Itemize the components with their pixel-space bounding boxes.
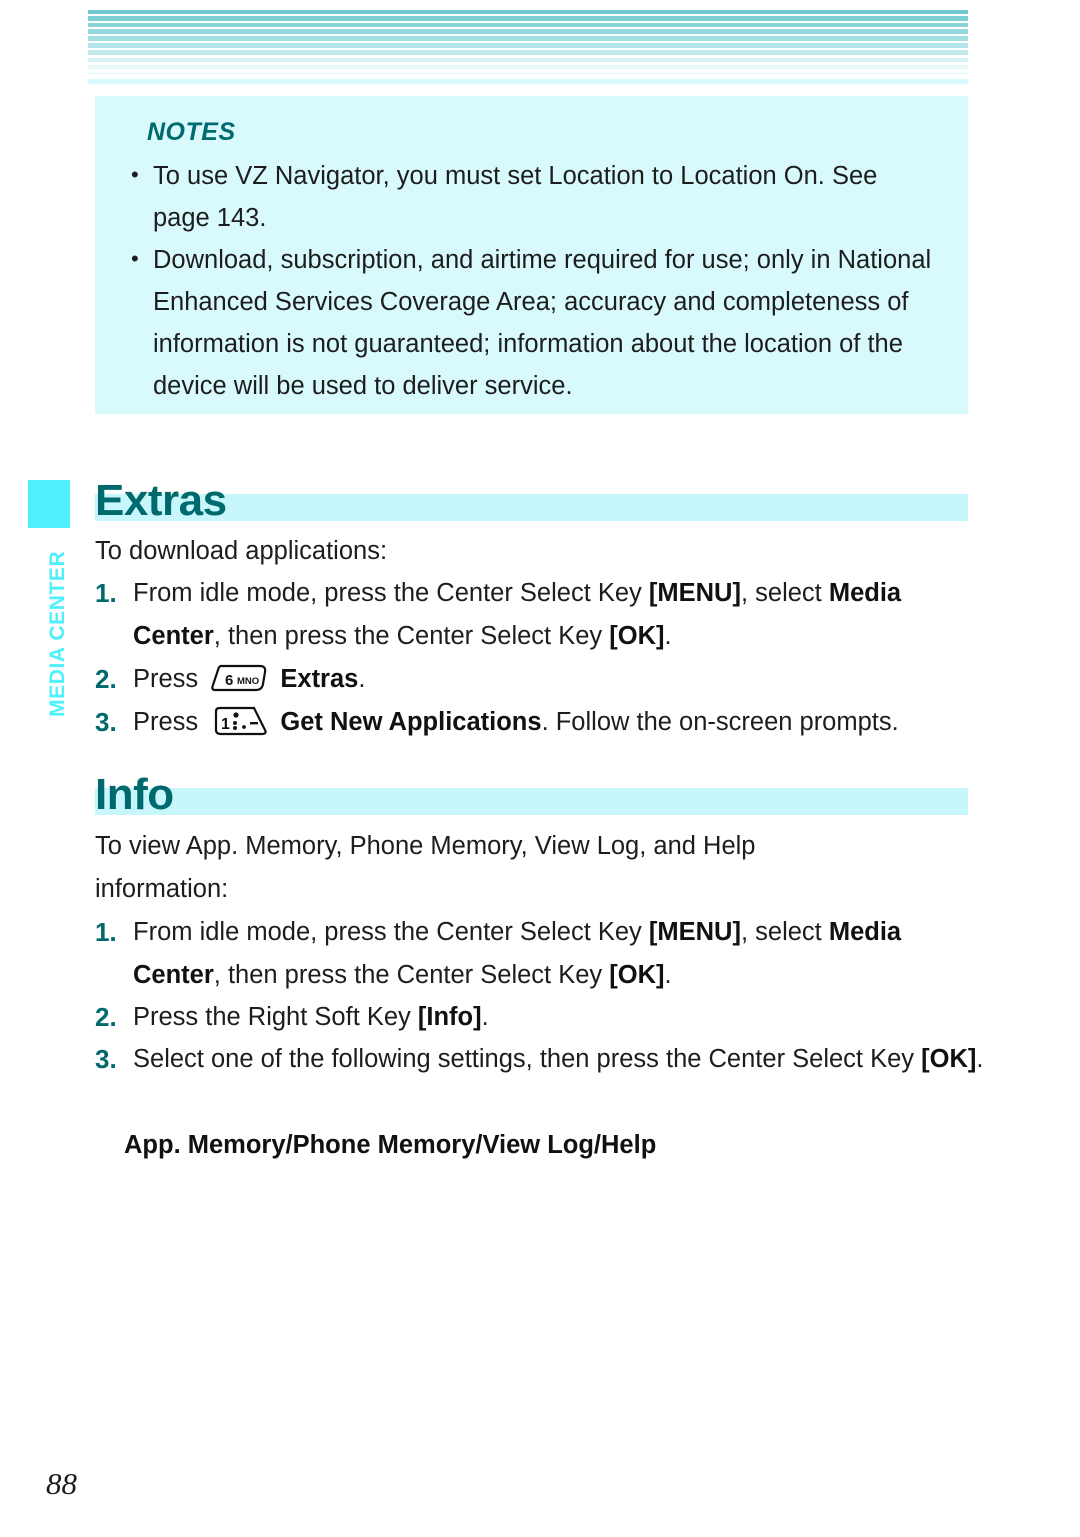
emphasis-text: Extras bbox=[280, 665, 359, 693]
emphasis-text: [Info] bbox=[417, 1003, 482, 1031]
plain-text: From idle mode, press the Center Select … bbox=[133, 918, 649, 946]
step-number: 2. bbox=[95, 1002, 117, 1032]
notes-callout: NOTES • To use VZ Navigator, you must se… bbox=[95, 96, 968, 414]
step-text: From idle mode, press the Center Select … bbox=[133, 579, 901, 650]
info-intro-line-1: To view App. Memory, Phone Memory, View … bbox=[95, 832, 756, 860]
page-number: 88 bbox=[46, 1466, 77, 1501]
extras-step-2: 2. Press 6 MNO Extras. bbox=[95, 658, 985, 707]
step-text: Press the Right Soft Key [Info]. bbox=[133, 1003, 489, 1031]
note-item: • To use VZ Navigator, you must set Loca… bbox=[125, 155, 938, 239]
notes-title: NOTES bbox=[147, 118, 236, 146]
chapter-tab-label: MEDIA CENTER bbox=[46, 550, 69, 718]
emphasis-text: [OK] bbox=[609, 961, 665, 989]
svg-text:6: 6 bbox=[225, 672, 233, 689]
plain-text: Press bbox=[133, 665, 206, 693]
key-1-icon: 1 bbox=[210, 706, 268, 750]
info-step-2: 2. Press the Right Soft Key [Info]. bbox=[95, 996, 985, 1039]
plain-text: From idle mode, press the Center Select … bbox=[133, 579, 649, 607]
emphasis-text: [OK] bbox=[609, 622, 665, 650]
decorative-stripe-band bbox=[88, 10, 968, 86]
step-number: 2. bbox=[95, 664, 117, 694]
plain-text: . bbox=[481, 1003, 489, 1031]
heading-underline-bar bbox=[95, 788, 968, 815]
svg-text:1: 1 bbox=[221, 716, 230, 733]
plain-text: . bbox=[358, 665, 366, 693]
plain-text: Press the Right Soft Key bbox=[133, 1003, 418, 1031]
step-number: 1. bbox=[95, 578, 117, 608]
emphasis-text: [MENU] bbox=[648, 579, 741, 607]
step-text: Press 6 MNO Extras. bbox=[133, 664, 366, 693]
extras-intro: To download applications: bbox=[95, 537, 388, 565]
note-item: • Download, subscription, and airtime re… bbox=[125, 239, 938, 407]
plain-text: . bbox=[664, 622, 672, 650]
plain-text: , select bbox=[740, 918, 829, 946]
step-text: Select one of the following settings, th… bbox=[133, 1045, 983, 1073]
chapter-tab-marker bbox=[28, 480, 70, 528]
step-text: From idle mode, press the Center Select … bbox=[133, 918, 901, 989]
plain-text: , then press the Center Select Key bbox=[213, 622, 610, 650]
extras-step-3: 3. Press 1 Get New Applications. Follow … bbox=[95, 701, 985, 750]
plain-text: . bbox=[976, 1045, 984, 1073]
info-step-1: 1. From idle mode, press the Center Sele… bbox=[95, 911, 985, 997]
note-text: To use VZ Navigator, you must set Locati… bbox=[153, 162, 878, 232]
stripe-line bbox=[88, 78, 968, 84]
section-heading-info: Info bbox=[95, 772, 968, 818]
plain-text: Press bbox=[133, 708, 206, 736]
plain-text: . bbox=[664, 961, 672, 989]
emphasis-text: Get New Applications bbox=[280, 708, 542, 736]
section-title: Extras bbox=[95, 476, 227, 525]
svg-text:MNO: MNO bbox=[237, 676, 259, 687]
info-step-3: 3. Select one of the following settings,… bbox=[95, 1038, 985, 1081]
bullet-icon: • bbox=[131, 162, 139, 187]
bullet-icon: • bbox=[131, 246, 139, 271]
emphasis-text: [OK] bbox=[921, 1045, 977, 1073]
section-title: Info bbox=[95, 770, 174, 819]
extras-step-1: 1. From idle mode, press the Center Sele… bbox=[95, 572, 985, 658]
plain-text: . Follow the on-screen prompts. bbox=[541, 708, 899, 736]
step-number: 3. bbox=[95, 707, 117, 737]
info-options-line: App. Memory/Phone Memory/View Log/Help bbox=[124, 1131, 657, 1159]
plain-text: Select one of the following settings, th… bbox=[133, 1045, 922, 1073]
emphasis-text: [MENU] bbox=[648, 918, 741, 946]
step-number: 1. bbox=[95, 917, 117, 947]
step-text: Press 1 Get New Applications. Follow the… bbox=[133, 706, 899, 736]
section-heading-extras: Extras bbox=[95, 478, 968, 524]
note-text: Download, subscription, and airtime requ… bbox=[153, 246, 932, 400]
info-intro-line-2: information: bbox=[95, 875, 229, 903]
step-number: 3. bbox=[95, 1044, 117, 1074]
plain-text: , then press the Center Select Key bbox=[213, 961, 610, 989]
plain-text: , select bbox=[740, 579, 829, 607]
